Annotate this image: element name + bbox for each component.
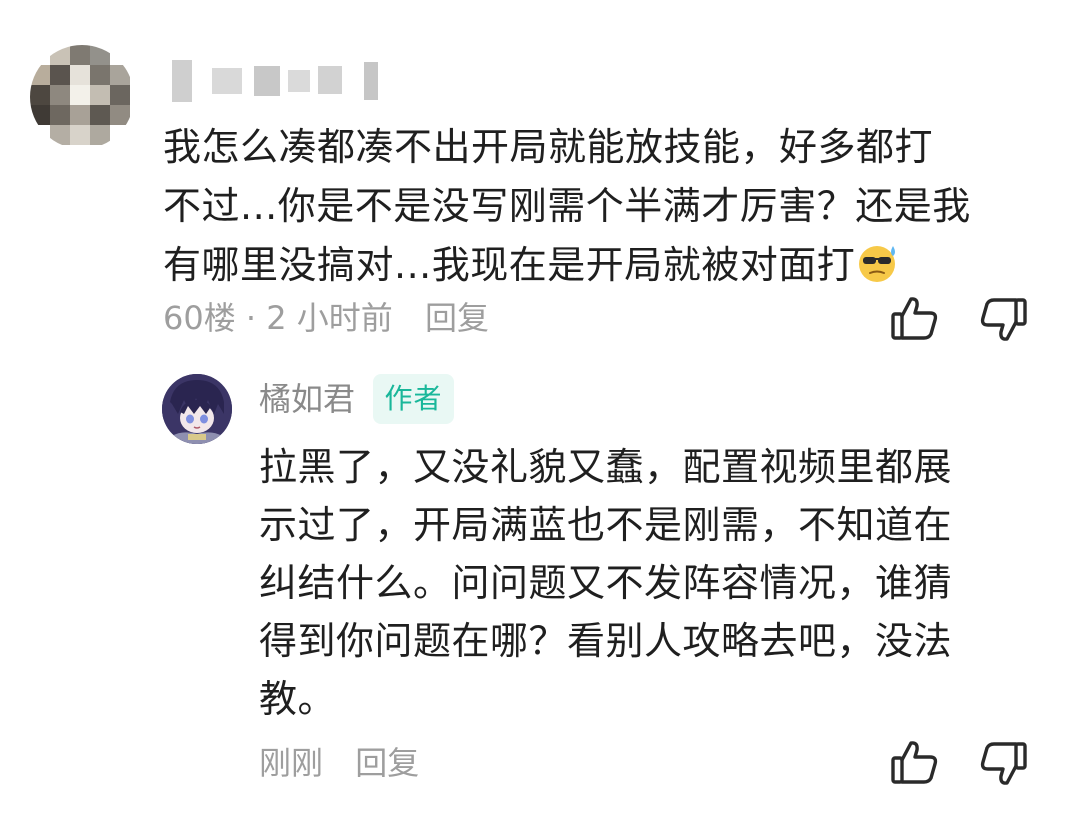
comment-line: 我怎么凑都凑不出开局就能放技能，好多都打 [163, 125, 934, 169]
reply-line: 纠结什么。问问题又不发阵容情况，谁猜 [259, 561, 953, 605]
reply-button[interactable]: 回复 [355, 744, 419, 782]
commenter-name-blurred[interactable] [168, 60, 383, 102]
sweat-sunglasses-emoji-icon [857, 242, 899, 284]
reply-time: 刚刚 [259, 744, 324, 782]
author-badge: 作者 [373, 374, 454, 424]
comment-meta: 60楼 · 2 小时前 回复 [163, 296, 489, 340]
thumbs-up-icon[interactable] [888, 736, 942, 790]
reply-meta: 刚刚 回复 [259, 741, 419, 785]
floor-number: 60楼 [163, 299, 236, 337]
meta-separator: · [235, 299, 267, 337]
comment-line: 有哪里没搞对...我现在是开局就被对面打 [163, 236, 1043, 295]
comment-time: 2 小时前 [266, 299, 393, 337]
thumbs-up-icon[interactable] [888, 292, 942, 346]
reply-line: 示过了，开局满蓝也不是刚需，不知道在 [259, 503, 953, 547]
thumbs-down-icon[interactable] [976, 736, 1030, 790]
author-avatar[interactable] [162, 374, 232, 444]
reply-line: 教。 [259, 677, 337, 721]
reply-line: 得到你问题在哪？看别人攻略去吧，没法 [259, 619, 953, 663]
commenter-avatar[interactable] [30, 45, 134, 149]
reply-line: 拉黑了，又没礼貌又蠢，配置视频里都展 [259, 445, 953, 489]
reply-body: 拉黑了，又没礼貌又蠢，配置视频里都展 示过了，开局满蓝也不是刚需，不知道在 纠结… [259, 438, 1039, 728]
author-name[interactable]: 橘如君 [259, 377, 355, 421]
comment-body: 我怎么凑都凑不出开局就能放技能，好多都打 不过...你是不是没写刚需个半满才厉害… [163, 118, 1043, 295]
comment-line: 不过...你是不是没写刚需个半满才厉害？还是我 [163, 184, 971, 228]
reply-button[interactable]: 回复 [425, 299, 489, 337]
thumbs-down-icon[interactable] [976, 292, 1030, 346]
comment-line-text: 有哪里没搞对...我现在是开局就被对面打 [163, 243, 856, 287]
